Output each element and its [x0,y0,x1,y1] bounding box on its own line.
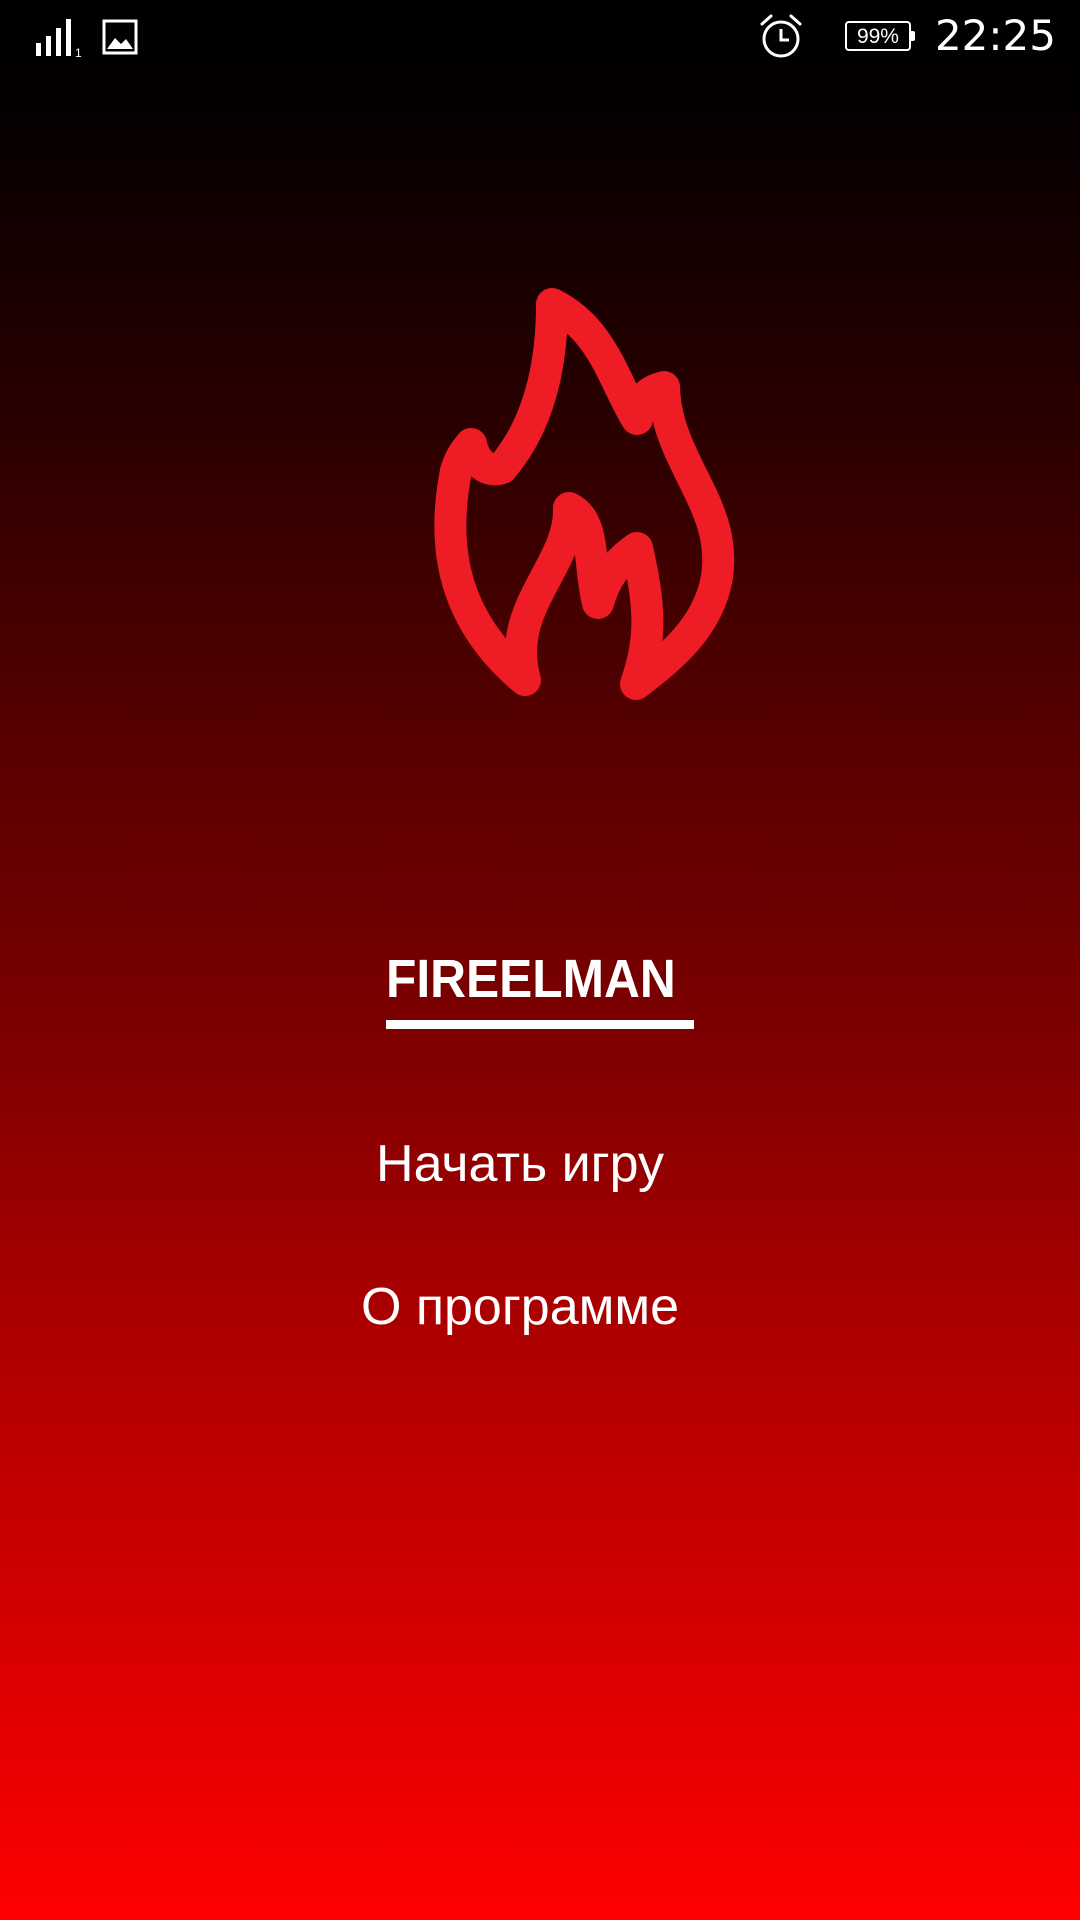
about-program-button[interactable]: О программе [0,1281,1040,1333]
battery-percent: 99% [856,24,899,48]
alarm-clock-icon [760,14,802,58]
status-bar: 1 99% 22:25 [0,0,1080,74]
app-title: FIREELMAN [386,949,676,1009]
signal-bars-icon: 1 [36,19,82,58]
status-bar-left: 1 [34,16,138,58]
battery-indicator: 99% [844,21,915,51]
sim-number: 1 [75,46,82,58]
status-bar-right: 99% 22:25 [759,12,1056,60]
flame-icon [434,288,735,700]
image-icon [102,19,138,55]
start-game-button[interactable]: Начать игру [0,1138,1040,1190]
status-time: 22:25 [934,11,1056,60]
title-underline [386,1020,694,1029]
